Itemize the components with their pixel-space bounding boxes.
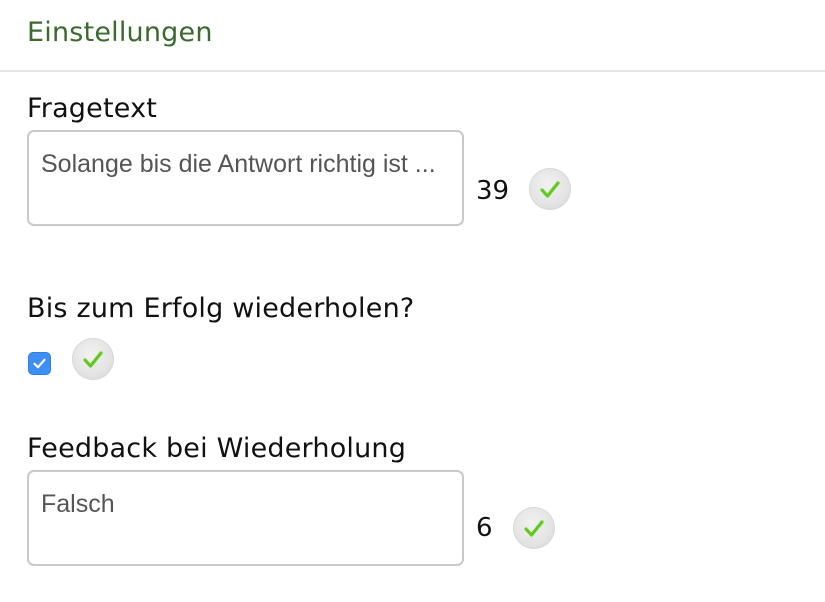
feedback-char-count: 6 [476, 513, 493, 543]
page-title: Einstellungen [27, 17, 213, 48]
settings-header: Einstellungen [0, 0, 825, 72]
repeat-until-success-label: Bis zum Erfolg wiederholen? [27, 293, 415, 324]
resize-grip-icon[interactable] [446, 548, 460, 562]
fragetext-value: Solange bis die Antwort richtig ist ... [41, 150, 436, 178]
fragetext-textarea[interactable]: Solange bis die Antwort richtig ist ... [27, 130, 464, 226]
feedback-label: Feedback bei Wiederholung [27, 433, 407, 464]
checkmark-icon [513, 507, 555, 549]
fragetext-char-count: 39 [476, 176, 510, 206]
feedback-value: Falsch [41, 490, 115, 518]
fragetext-label: Fragetext [27, 93, 158, 124]
checkmark-icon [72, 338, 114, 380]
feedback-textarea[interactable]: Falsch [27, 470, 464, 566]
repeat-until-success-checkbox[interactable] [28, 352, 51, 375]
resize-grip-icon[interactable] [446, 208, 460, 222]
checkmark-icon [529, 168, 571, 210]
